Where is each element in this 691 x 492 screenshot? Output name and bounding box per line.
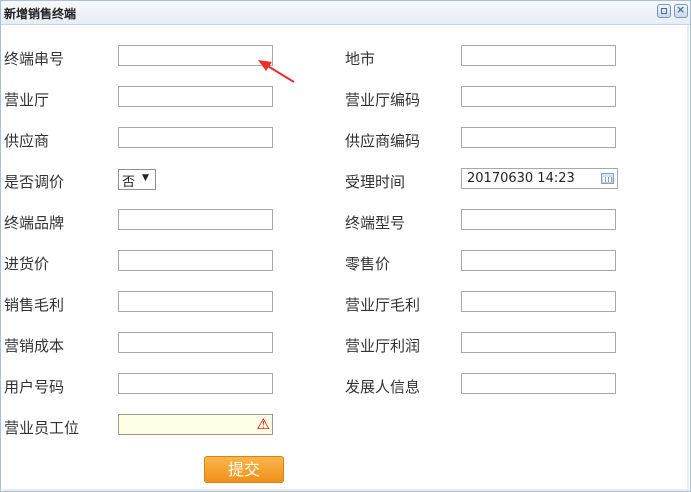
- terminal-model-label: 终端型号: [345, 214, 406, 232]
- dropdown-arrow-icon: ▼: [142, 173, 149, 183]
- purchase-price-input[interactable]: [118, 250, 273, 271]
- staff-id-input[interactable]: ⚠: [118, 414, 273, 435]
- staff-id-label: 营业员工位: [4, 419, 80, 437]
- price-adjusted-select[interactable]: 否 ▼: [118, 169, 156, 190]
- terminal-serial-input[interactable]: [118, 45, 273, 66]
- marketing-cost-input[interactable]: [118, 332, 273, 353]
- accept-time-input[interactable]: 20170630 14:23: [461, 168, 618, 189]
- supplier-input[interactable]: [118, 127, 273, 148]
- supplier-code-input[interactable]: [461, 127, 616, 148]
- branch-input[interactable]: [118, 86, 273, 107]
- branch-profit-label: 营业厅利润: [345, 337, 421, 355]
- user-number-label: 用户号码: [4, 378, 65, 396]
- price-adjusted-value: 否: [122, 175, 136, 190]
- close-icon[interactable]: ×: [674, 3, 688, 18]
- retail-price-label: 零售价: [345, 255, 391, 273]
- calendar-icon[interactable]: [601, 173, 614, 184]
- terminal-serial-label: 终端串号: [4, 50, 65, 68]
- supplier-code-label: 供应商编码: [345, 132, 421, 150]
- city-label: 地市: [345, 50, 376, 68]
- sales-margin-label: 销售毛利: [4, 296, 65, 314]
- price-adjusted-label: 是否调价: [4, 173, 65, 191]
- branch-code-input[interactable]: [461, 86, 616, 107]
- new-sales-terminal-dialog: 新增销售终端 × 终端串号 营业厅 供应商 是否调价 否 ▼ 终端品牌 进货价 …: [0, 0, 691, 492]
- supplier-label: 供应商: [4, 132, 50, 150]
- dialog-titlebar: 新增销售终端 ×: [1, 1, 690, 25]
- branch-margin-label: 营业厅毛利: [345, 296, 421, 314]
- branch-margin-input[interactable]: [461, 291, 616, 312]
- retail-price-input[interactable]: [461, 250, 616, 271]
- restore-icon[interactable]: [657, 4, 671, 18]
- sales-margin-input[interactable]: [118, 291, 273, 312]
- purchase-price-label: 进货价: [4, 255, 50, 273]
- developer-info-label: 发展人信息: [345, 378, 421, 396]
- user-number-input[interactable]: [118, 373, 273, 394]
- terminal-model-input[interactable]: [461, 209, 616, 230]
- terminal-brand-input[interactable]: [118, 209, 273, 230]
- terminal-brand-label: 终端品牌: [4, 214, 65, 232]
- accept-time-value: 20170630 14:23: [467, 171, 575, 186]
- city-input[interactable]: [461, 45, 616, 66]
- submit-button[interactable]: 提交: [204, 456, 284, 483]
- branch-label: 营业厅: [4, 91, 50, 109]
- marketing-cost-label: 营销成本: [4, 337, 65, 355]
- dialog-title: 新增销售终端: [4, 7, 77, 21]
- accept-time-label: 受理时间: [345, 173, 406, 191]
- annotation-arrow-icon: [258, 60, 295, 83]
- developer-info-input[interactable]: [461, 373, 616, 394]
- branch-code-label: 营业厅编码: [345, 91, 421, 109]
- branch-profit-input[interactable]: [461, 332, 616, 353]
- warning-icon: ⚠: [256, 415, 270, 433]
